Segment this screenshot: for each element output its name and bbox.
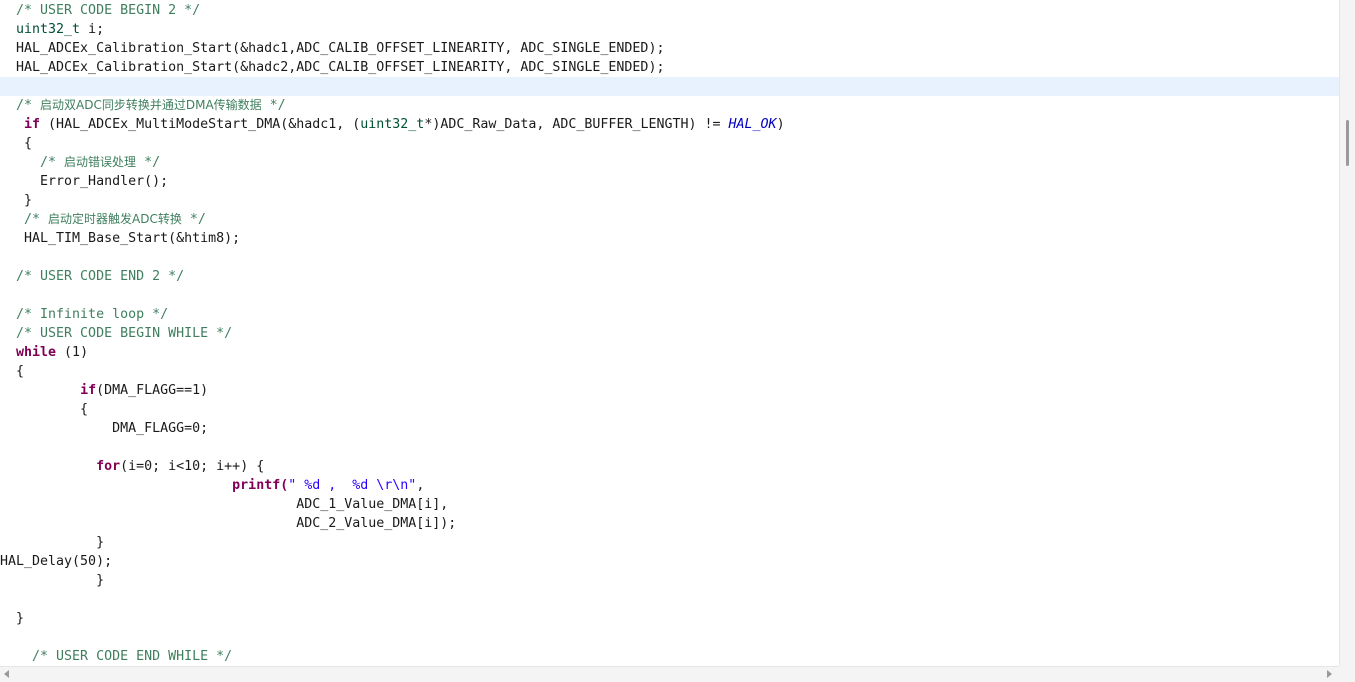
code-line-18: /* USER CODE BEGIN WHILE */: [0, 324, 1339, 343]
code-editor[interactable]: /* USER CODE BEGIN 2 */ uint32_t i; HAL_…: [0, 0, 1339, 666]
code-line-1: /* USER CODE BEGIN 2 */: [0, 1, 1339, 20]
keyword-while: while: [16, 345, 57, 360]
code-line-19: while (1): [0, 343, 1339, 362]
code-text: }: [0, 193, 33, 208]
comment-close: */: [181, 212, 206, 227]
code-line-28: ADC_2_Value_DMA[i]);: [0, 514, 1339, 533]
type-keyword: uint32_t: [360, 117, 425, 132]
scrollbar-corner: [1339, 666, 1355, 682]
code-text: {: [0, 402, 89, 417]
code-line-13: HAL_TIM_Base_Start(&htim8);: [0, 229, 1339, 248]
code-line-3: HAL_ADCEx_Calibration_Start(&hadc1,ADC_C…: [0, 39, 1339, 58]
code-text: *)ADC_Raw_Data, ADC_BUFFER_LENGTH) !=: [424, 117, 729, 132]
code-text: i;: [80, 22, 105, 37]
code-line-17: /* Infinite loop */: [0, 305, 1339, 324]
code-line-26: printf(" %d , %d \r\n",: [0, 476, 1339, 495]
code-line-32: }: [0, 571, 1339, 590]
code-text: DMA_FLAGG=0;: [0, 421, 209, 436]
code-line-37: /* USER CODE END WHILE */: [0, 647, 1339, 666]
horizontal-scrollbar[interactable]: [0, 666, 1339, 682]
code-text: (i=0; i<10; i++) {: [120, 459, 265, 474]
comment-chinese-text: 启动错误处理: [64, 155, 137, 169]
code-text: HAL_ADCEx_Calibration_Start(&hadc1,ADC_C…: [0, 41, 665, 56]
code-line-23: DMA_FLAGG=0;: [0, 419, 1339, 438]
code-text: (DMA_FLAGG==1): [96, 383, 209, 398]
code-text: }: [0, 535, 105, 550]
code-line-35: }: [0, 609, 1339, 628]
function-printf: printf(: [232, 478, 289, 493]
scroll-left-arrow-icon[interactable]: [4, 670, 9, 678]
type-keyword: uint32_t: [16, 22, 81, 37]
comment-open: /*: [0, 98, 41, 113]
code-line-7: if (HAL_ADCEx_MultiModeStart_DMA(&hadc1,…: [0, 115, 1339, 134]
comment: /* USER CODE END 2 */: [0, 269, 185, 284]
code-text: ADC_1_Value_DMA[i],: [0, 497, 449, 512]
keyword-for: for: [96, 459, 121, 474]
code-text: HAL_Delay(50);: [0, 554, 113, 569]
code-line-21: if(DMA_FLAGG==1): [0, 381, 1339, 400]
comment-open: /*: [0, 212, 49, 227]
code-text: ADC_2_Value_DMA[i]);: [0, 516, 457, 531]
comment-chinese-text: 启动双ADC同步转换并通过DMA传输数据: [40, 98, 262, 112]
code-line-6: /* 启动双ADC同步转换并通过DMA传输数据 */: [0, 96, 1339, 115]
code-line-4: HAL_ADCEx_Calibration_Start(&hadc2,ADC_C…: [0, 58, 1339, 77]
comment: /* USER CODE BEGIN WHILE */: [0, 326, 233, 341]
code-text: }: [0, 611, 25, 626]
code-line-9: /* 启动错误处理 */: [0, 153, 1339, 172]
code-line-27: ADC_1_Value_DMA[i],: [0, 495, 1339, 514]
code-text: (1): [56, 345, 89, 360]
current-line-highlight[interactable]: [0, 77, 1339, 96]
vertical-scrollbar[interactable]: [1339, 0, 1355, 666]
keyword-if: if: [80, 383, 97, 398]
scroll-right-arrow-icon[interactable]: [1327, 670, 1332, 678]
code-line-25: for(i=0; i<10; i++) {: [0, 457, 1339, 476]
code-line-20: {: [0, 362, 1339, 381]
comment-close: */: [261, 98, 286, 113]
string-literal: " %d , %d \r\n": [288, 478, 417, 493]
code-line-10: Error_Handler();: [0, 172, 1339, 191]
code-text: ,: [416, 478, 425, 493]
code-text: HAL_ADCEx_Calibration_Start(&hadc2,ADC_C…: [0, 60, 665, 75]
code-text: (HAL_ADCEx_MultiModeStart_DMA(&hadc1, (: [40, 117, 361, 132]
code-text: {: [0, 364, 25, 379]
macro-hal-ok: HAL_OK: [728, 117, 777, 132]
code-text: HAL_TIM_Base_Start(&htim8);: [0, 231, 241, 246]
comment-open: /*: [0, 155, 65, 170]
code-text: ): [776, 117, 785, 132]
code-line-31: HAL_Delay(50);: [0, 552, 1339, 571]
code-line-12: /* 启动定时器触发ADC转换 */: [0, 210, 1339, 229]
comment: /* USER CODE END WHILE */: [0, 649, 233, 664]
vertical-scroll-thumb[interactable]: [1346, 120, 1349, 166]
comment: /* Infinite loop */: [0, 307, 169, 322]
comment-close: */: [136, 155, 161, 170]
code-text: }: [0, 573, 105, 588]
code-text: Error_Handler();: [0, 174, 169, 189]
comment-chinese-text: 启动定时器触发ADC转换: [48, 212, 182, 226]
keyword-if: if: [24, 117, 41, 132]
code-line-30: }: [0, 533, 1339, 552]
code-line-2: uint32_t i;: [0, 20, 1339, 39]
code-text: {: [0, 136, 33, 151]
code-line-15: /* USER CODE END 2 */: [0, 267, 1339, 286]
code-line-11: }: [0, 191, 1339, 210]
comment: /* USER CODE BEGIN 2 */: [0, 3, 201, 18]
code-line-22: {: [0, 400, 1339, 419]
code-line-8: {: [0, 134, 1339, 153]
